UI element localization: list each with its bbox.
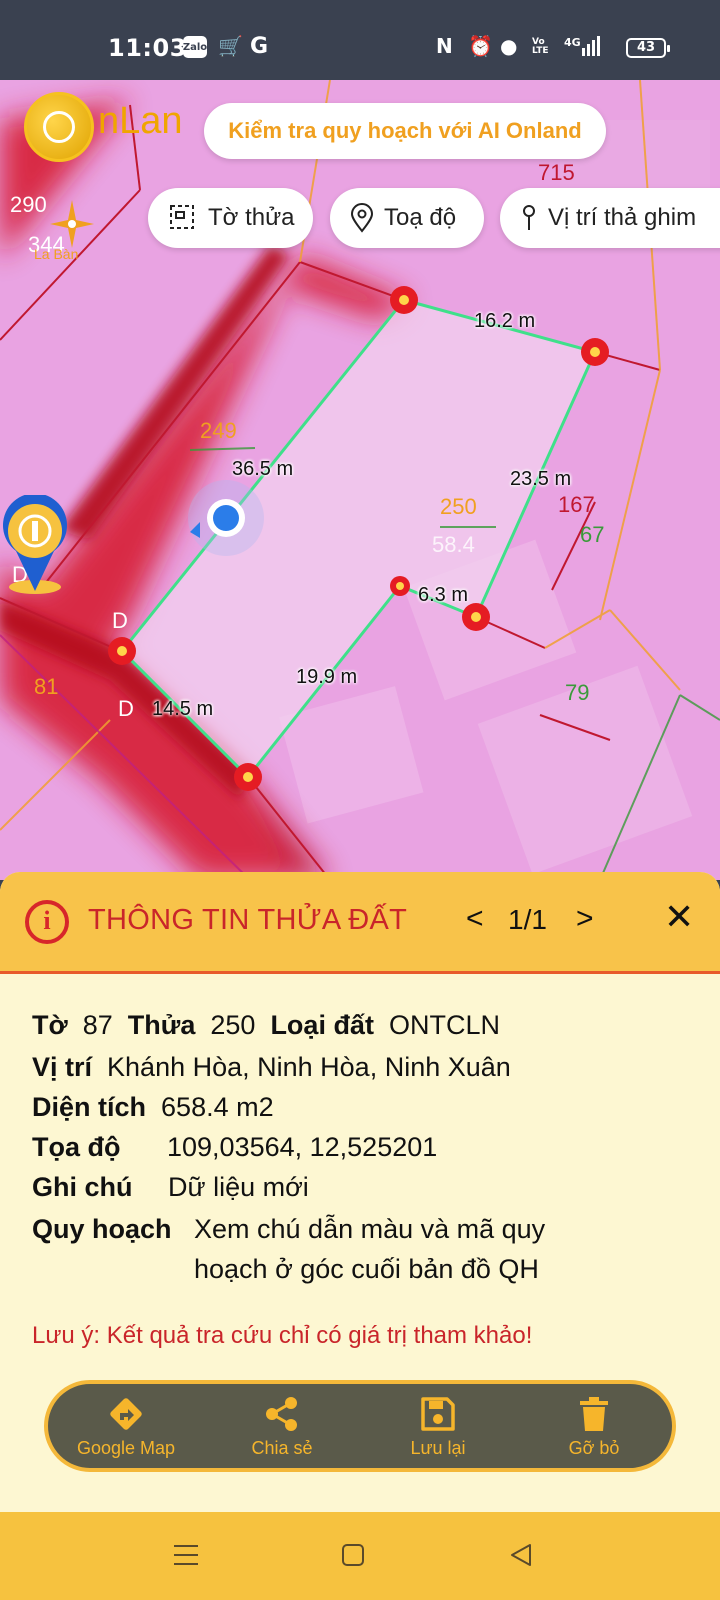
location-label: Vị trí: [32, 1052, 93, 1082]
google-map-button[interactable]: Google Map: [51, 1394, 201, 1459]
sheet-label: Tờ: [32, 1010, 68, 1040]
location-row: Vị trí Khánh Hòa, Ninh Hòa, Ninh Xuân: [32, 1052, 511, 1083]
land-type-value: ONTCLN: [388, 1010, 500, 1040]
network-label: 4G: [564, 36, 581, 49]
chip-label: Toạ độ: [384, 204, 457, 231]
battery-icon: 43: [626, 38, 670, 58]
road-label: D: [112, 608, 128, 633]
sheet-value: 87: [82, 1010, 113, 1040]
location-value: Khánh Hòa, Ninh Hòa, Ninh Xuân: [107, 1052, 511, 1082]
coordinates-chip[interactable]: Toạ độ: [330, 188, 484, 248]
compass-label: La Bàn: [34, 246, 79, 262]
chip-label: Tờ thửa: [208, 204, 295, 231]
menu-icon[interactable]: [172, 1542, 200, 1568]
remove-button[interactable]: Gỡ bỏ: [519, 1394, 669, 1459]
action-label: Google Map: [76, 1437, 176, 1458]
prev-parcel-button[interactable]: <: [466, 902, 484, 936]
parcel-number: 167: [558, 492, 595, 517]
pushpin-icon: [523, 205, 535, 230]
edge-length: 19.9 m: [296, 666, 358, 688]
directions-icon: [110, 1397, 142, 1430]
trash-icon: [580, 1396, 608, 1431]
share-button[interactable]: Chia sẻ: [207, 1394, 357, 1459]
note-value: Dữ liệu mới: [168, 1172, 309, 1202]
my-location-marker: [188, 480, 264, 556]
planning-label: Quy hoạch: [32, 1214, 172, 1244]
area-label: Diện tích: [32, 1092, 147, 1122]
volte-icon: Vo LTE: [532, 37, 549, 56]
area-value: 658.4 m2: [161, 1092, 274, 1122]
home-icon[interactable]: [340, 1542, 366, 1568]
google-icon: G: [250, 34, 269, 59]
edge-length: 36.5 m: [232, 458, 294, 480]
sheet-parcel-chip[interactable]: Tờ thửa: [148, 188, 313, 248]
planning-line-1: Xem chú dẫn màu và mã quy: [194, 1214, 546, 1244]
parcel-value: 250: [210, 1010, 256, 1040]
signal-icon: [582, 36, 600, 62]
parcel-area-label: 58.4: [432, 532, 475, 557]
ai-check-button[interactable]: Kiểm tra quy hoạch với AI Onland: [204, 103, 606, 159]
page-indicator: 1/1: [508, 904, 547, 935]
location-icon: ●: [500, 34, 518, 58]
onland-logo[interactable]: [24, 92, 94, 162]
back-icon[interactable]: [508, 1542, 534, 1568]
action-label: Lưu lại: [410, 1437, 466, 1458]
chip-label: Vị trí thả ghim: [548, 204, 697, 231]
coordinates-row: Tọa độ 109,03564, 12,525201: [32, 1132, 437, 1163]
road-label: D: [118, 696, 134, 721]
coordinates-value[interactable]: 109,03564, 12,525201: [167, 1132, 437, 1163]
grid-icon: [170, 205, 194, 229]
action-bar: Google Map Chia sẻ Lưu lại Gỡ bỏ: [44, 1380, 676, 1472]
parcel-number: 79: [565, 680, 590, 705]
save-icon: [421, 1396, 455, 1431]
edge-length: 16.2 m: [474, 310, 536, 332]
parcel-number: 249: [200, 418, 237, 443]
save-button[interactable]: Lưu lại: [363, 1394, 513, 1459]
land-type-label: Loại đất: [270, 1010, 374, 1040]
parcel-number: 715: [538, 160, 575, 185]
edge-length: 23.5 m: [510, 468, 572, 490]
close-panel-button[interactable]: ✕: [664, 896, 694, 938]
planning-line-2: hoạch ở góc cuối bản đồ QH: [194, 1254, 539, 1284]
parcel-number: 250: [440, 494, 477, 519]
zalo-icon: Zalo: [183, 36, 207, 58]
action-label: Chia sẻ: [251, 1437, 313, 1458]
onland-logo-text: nLan: [98, 100, 183, 142]
alarm-icon: ⏰: [468, 34, 493, 58]
note-row: Ghi chú Dữ liệu mới: [32, 1172, 309, 1203]
edge-length: 14.5 m: [152, 698, 214, 720]
drop-pin-chip[interactable]: Vị trí thả ghim: [500, 188, 720, 248]
panel-title: THÔNG TIN THỬA ĐẤT: [88, 904, 408, 936]
shopping-icon: 🛒: [218, 34, 243, 58]
info-icon: [25, 900, 69, 944]
parcel-id-row: Tờ 87 Thửa 250 Loại đất ONTCLN: [32, 1010, 500, 1041]
system-nav-bar: [0, 1512, 720, 1600]
planning-row: Quy hoạch Xem chú dẫn màu và mã quy: [32, 1214, 545, 1245]
parcel-number: 81: [34, 674, 59, 699]
area-row: Diện tích 658.4 m2: [32, 1092, 274, 1123]
parcel-label: Thửa: [127, 1010, 196, 1040]
status-bar: 11:03 Zalo 🛒 G N ⏰ ● Vo LTE 4G 43: [0, 0, 720, 80]
disclaimer-text: Lưu ý: Kết quả tra cứu chỉ có giá trị th…: [32, 1322, 533, 1349]
coordinates-label: Tọa độ: [32, 1132, 121, 1162]
status-time: 11:03: [108, 34, 187, 62]
note-label: Ghi chú: [32, 1172, 133, 1202]
action-label: Gỡ bỏ: [568, 1437, 620, 1458]
nfc-icon: N: [436, 34, 453, 58]
next-parcel-button[interactable]: >: [576, 902, 594, 936]
share-icon: [266, 1396, 297, 1431]
map-pin-icon: [350, 203, 374, 233]
parcel-number: 67: [580, 522, 605, 547]
parcel-pin-icon[interactable]: [0, 495, 70, 595]
panel-header: THÔNG TIN THỬA ĐẤT < 1/1 > ✕: [0, 872, 720, 974]
edge-length: 6.3 m: [418, 584, 469, 606]
